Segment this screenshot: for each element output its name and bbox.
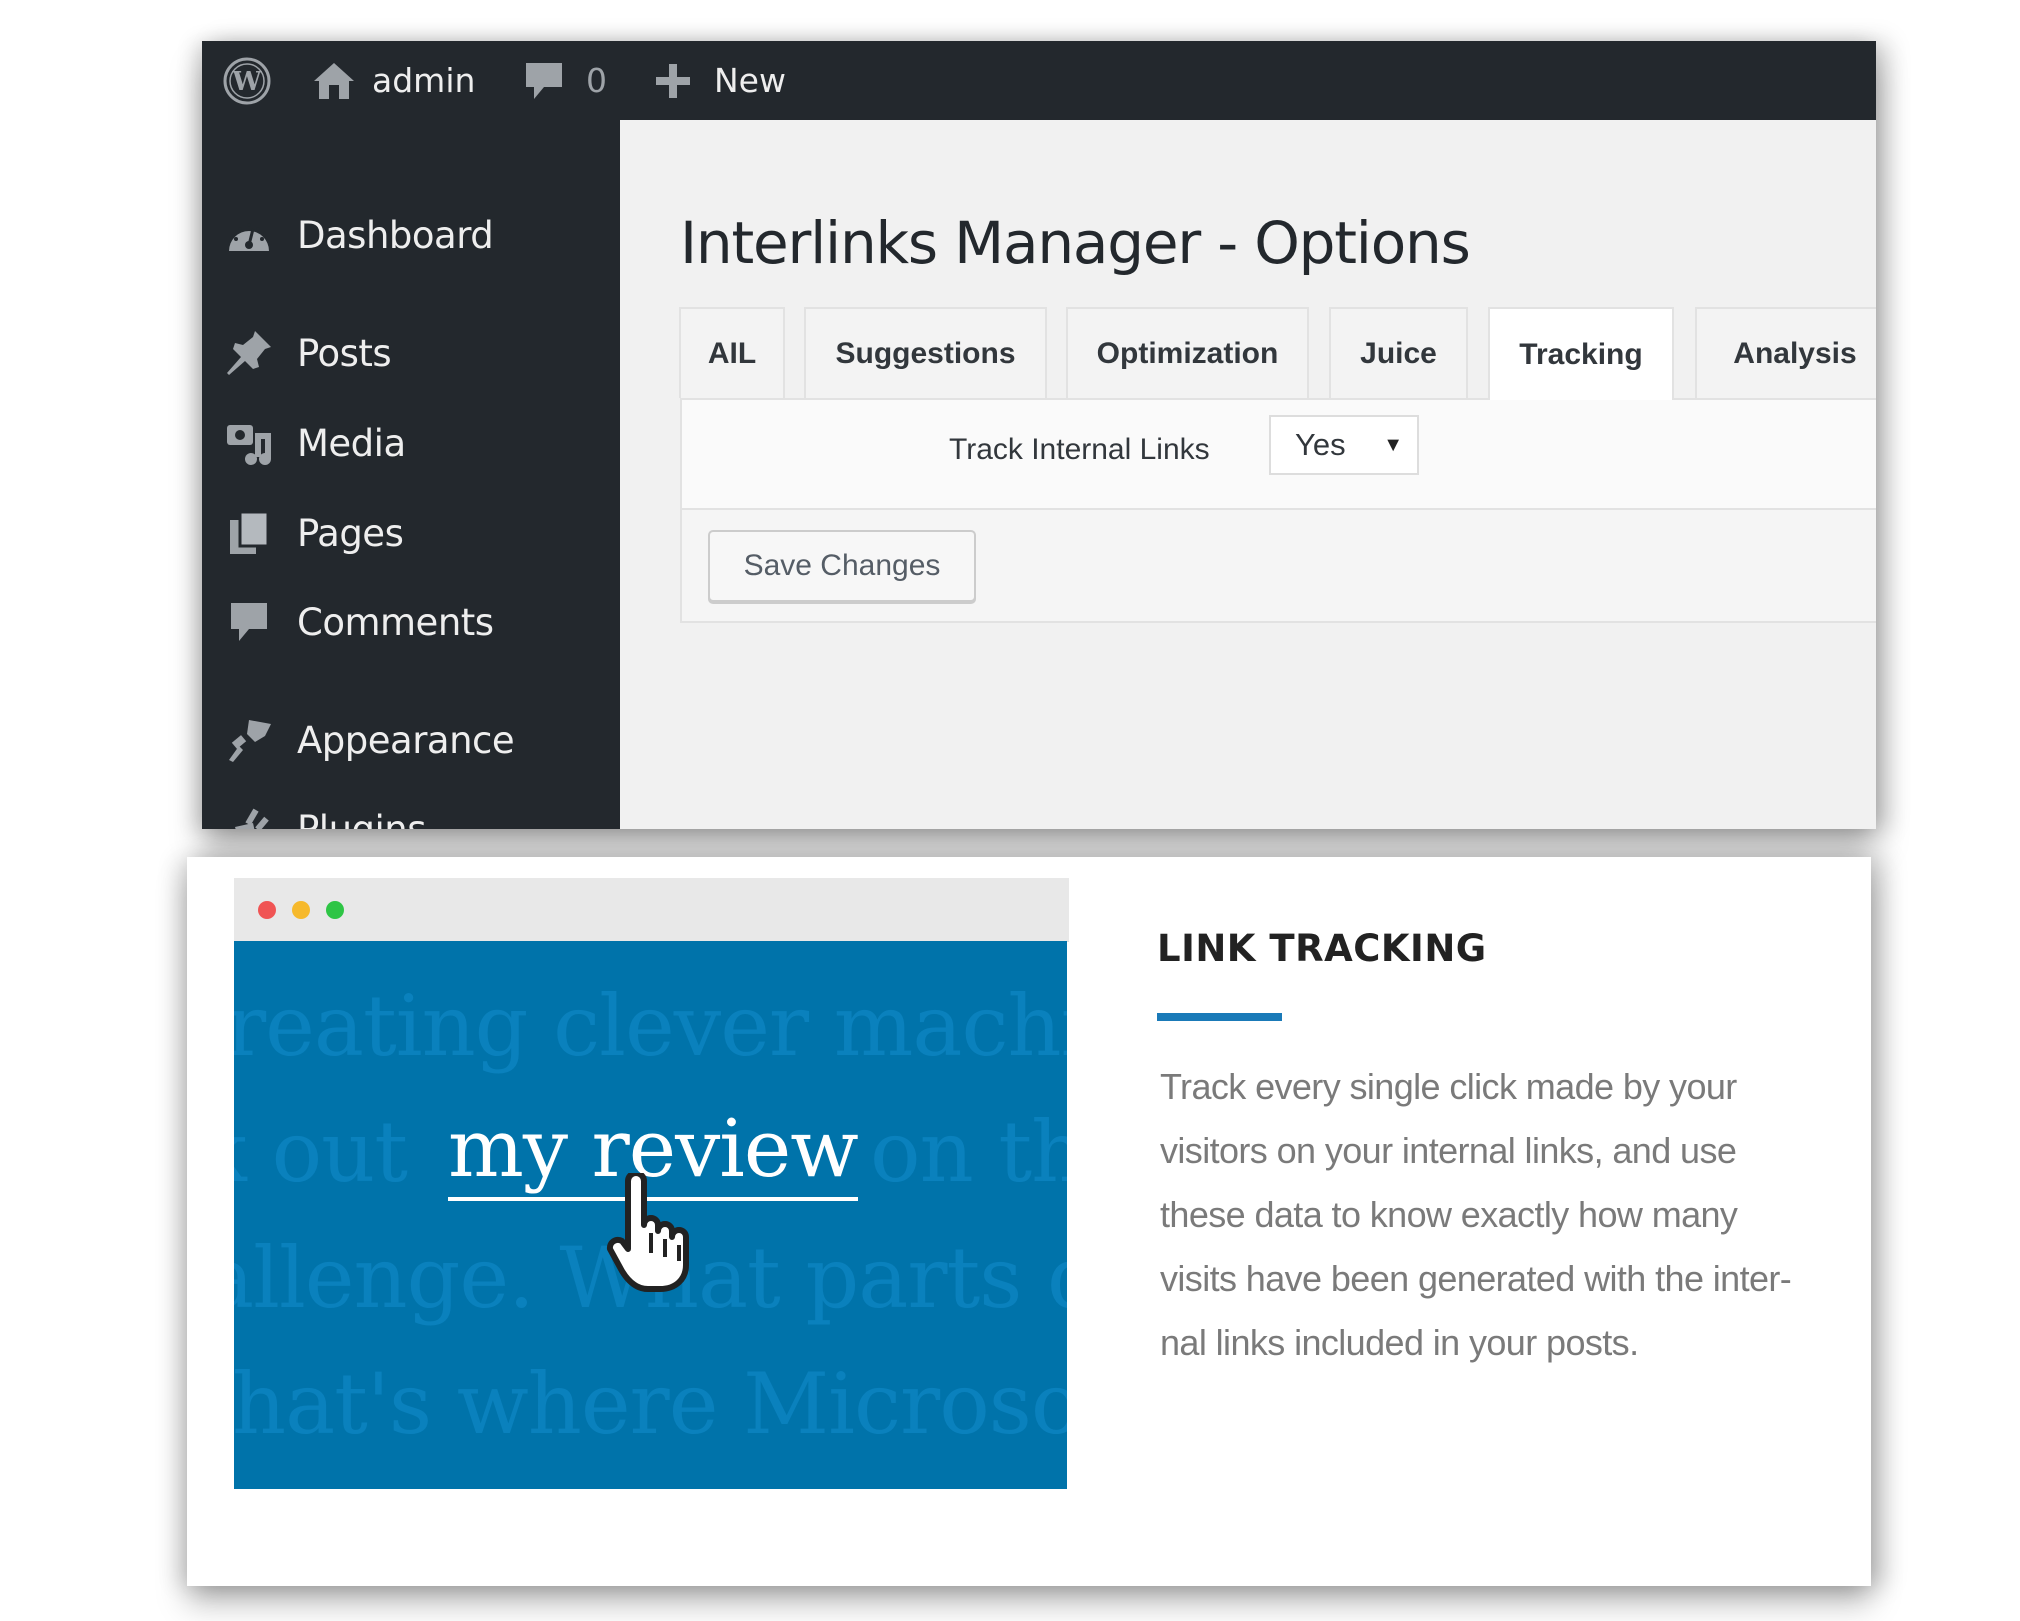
plus-icon <box>654 62 692 100</box>
tab-ail[interactable]: AIL <box>679 307 785 398</box>
background-text-line: hat's where Microsoft <box>234 1355 1067 1453</box>
sidebar-item-posts[interactable]: Posts <box>202 318 620 388</box>
track-internal-links-label: Track Internal Links <box>949 433 1210 466</box>
form-row-track-internal-links: Track Internal Links Yes ▼ <box>682 400 1876 510</box>
sidebar-item-label: Posts <box>297 331 392 375</box>
pushpin-icon <box>224 328 274 378</box>
admin-sidebar: Dashboard Posts Media Pages Comments App… <box>202 120 620 829</box>
comment-bubble-icon <box>224 597 274 647</box>
pages-icon <box>224 508 274 558</box>
sidebar-item-label: Appearance <box>297 718 515 762</box>
tab-tracking[interactable]: Tracking <box>1488 307 1674 400</box>
window-maximize-dot <box>326 901 344 919</box>
sidebar-item-plugins[interactable]: Plugins <box>202 794 620 829</box>
main-content: Interlinks Manager - Options AIL Suggest… <box>620 120 1876 829</box>
description-line: visits have been generated with the inte… <box>1160 1258 1792 1299</box>
sidebar-item-label: Media <box>297 421 406 465</box>
browser-screen: reating clever machin k out on th alleng… <box>234 941 1067 1489</box>
background-text-line: on th <box>870 1103 1067 1201</box>
window-close-dot <box>258 901 276 919</box>
description-line: Track every single click made by your <box>1160 1066 1737 1107</box>
options-form: Track Internal Links Yes ▼ Save Changes <box>680 398 1876 623</box>
tab-optimization[interactable]: Optimization <box>1066 307 1309 398</box>
dashboard-gauge-icon <box>224 210 274 260</box>
new-label: New <box>714 61 786 100</box>
tab-juice[interactable]: Juice <box>1329 307 1468 398</box>
feature-title: LINK TRACKING <box>1157 927 1487 970</box>
background-text-line: k out <box>234 1103 408 1201</box>
media-camera-music-icon <box>224 418 274 468</box>
wordpress-logo-icon[interactable]: W <box>222 41 272 120</box>
sidebar-item-pages[interactable]: Pages <box>202 498 620 568</box>
background-text-line: reating clever machin <box>234 977 1067 1075</box>
dropdown-arrow-icon: ▼ <box>1383 433 1403 456</box>
save-changes-button[interactable]: Save Changes <box>708 530 976 602</box>
comments-menu[interactable]: 0 <box>524 41 607 120</box>
hand-pointer-icon <box>604 1170 694 1293</box>
home-icon <box>312 59 356 103</box>
tab-analysis[interactable]: Analysis <box>1695 307 1876 398</box>
description-line: visitors on your internal links, and use <box>1160 1130 1737 1171</box>
svg-text:W: W <box>231 67 262 97</box>
browser-titlebar <box>234 878 1069 942</box>
description-line: nal links included in your posts. <box>1160 1322 1639 1363</box>
admin-bar: W admin 0 New <box>202 41 1876 120</box>
comments-count: 0 <box>586 61 607 100</box>
sidebar-item-appearance[interactable]: Appearance <box>202 705 620 775</box>
sidebar-item-dashboard[interactable]: Dashboard <box>202 200 620 270</box>
description-line: these data to know exactly how many <box>1160 1194 1738 1235</box>
sidebar-item-media[interactable]: Media <box>202 408 620 478</box>
wp-admin-screenshot: W admin 0 New Dashboard Posts Media Page… <box>202 41 1876 829</box>
sidebar-item-label: Dashboard <box>297 213 494 257</box>
track-internal-links-select[interactable]: Yes ▼ <box>1269 415 1419 475</box>
paintbrush-icon <box>224 715 274 765</box>
sidebar-item-label: Comments <box>297 600 494 644</box>
feature-description: Track every single click made by your vi… <box>1160 1055 1860 1375</box>
comment-bubble-icon <box>524 59 564 103</box>
sidebar-item-comments[interactable]: Comments <box>202 587 620 657</box>
window-minimize-dot <box>292 901 310 919</box>
site-name: admin <box>372 61 476 100</box>
tab-suggestions[interactable]: Suggestions <box>804 307 1047 398</box>
accent-divider <box>1157 1013 1282 1021</box>
new-content-menu[interactable]: New <box>654 41 786 120</box>
plug-icon <box>224 804 274 829</box>
page-title: Interlinks Manager - Options <box>680 208 1471 277</box>
sidebar-item-label: Plugins <box>297 807 427 830</box>
select-value: Yes <box>1295 427 1346 462</box>
browser-illustration: reating clever machin k out on th alleng… <box>234 878 1069 1489</box>
site-menu[interactable]: admin <box>312 41 475 120</box>
feature-card: reating clever machin k out on th alleng… <box>187 857 1871 1586</box>
sidebar-item-label: Pages <box>297 511 404 555</box>
